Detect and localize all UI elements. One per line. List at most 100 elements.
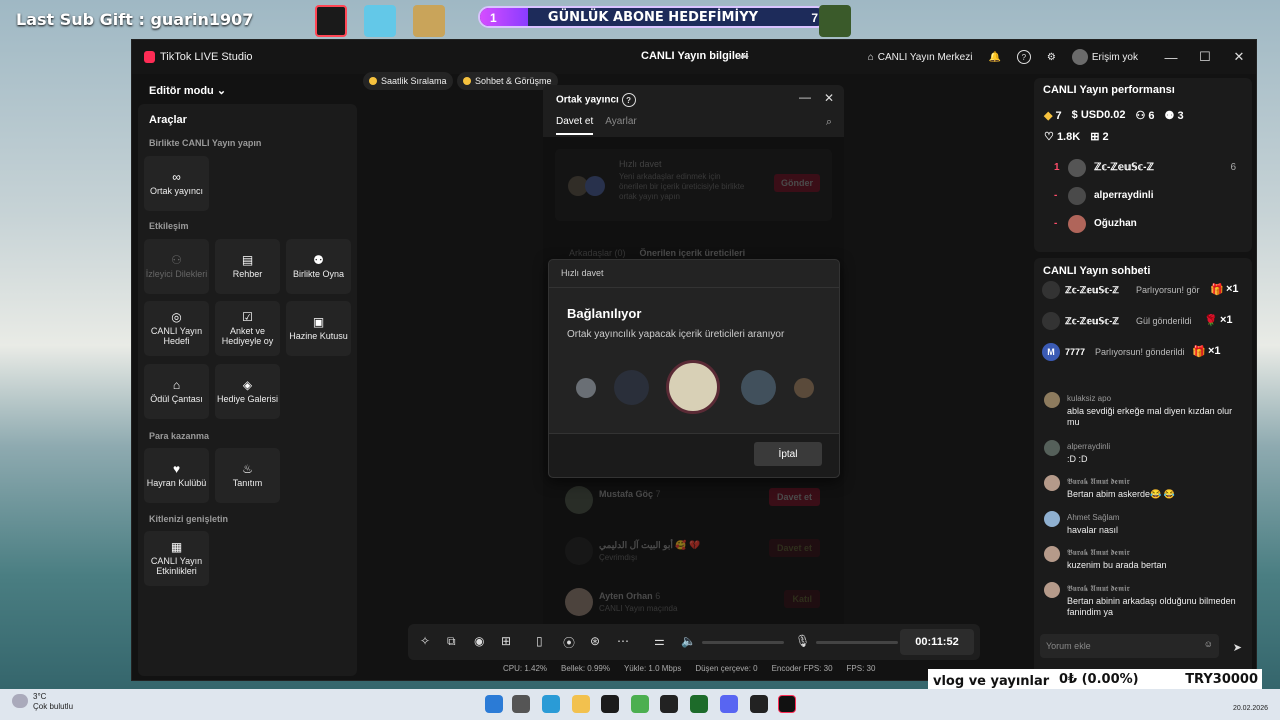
record-icon[interactable]: ⦿ — [563, 634, 575, 651]
tile-live-goal[interactable]: ◎ CANLI Yayın Hedefi — [144, 301, 209, 356]
app-icon[interactable] — [690, 695, 708, 713]
app-icon[interactable] — [750, 695, 768, 713]
comment-input[interactable]: Yorum ekle ☺ — [1040, 634, 1219, 658]
tile-gift-gallery[interactable]: ◈ Hediye Galerisi — [215, 364, 280, 419]
hourly-ranking-button[interactable]: Saatlik Sıralama — [363, 72, 453, 90]
effects-icon[interactable]: ◉ — [474, 634, 484, 648]
maximize-icon[interactable]: ☐ — [1188, 49, 1222, 65]
home-icon: ⌂ — [867, 51, 874, 63]
tile-promote[interactable]: ♨ Tanıtım — [215, 448, 280, 503]
share-icon[interactable]: ➦ — [740, 50, 749, 63]
taskbar: 3°C Çok bulutlu 20.02.2026 — [0, 689, 1280, 720]
coin-icon: $ — [1071, 109, 1078, 121]
divider — [549, 287, 839, 288]
people-icon: ⚇ — [1135, 110, 1146, 122]
minimize-icon[interactable]: — — [1154, 50, 1188, 65]
tiktok-icon[interactable] — [778, 695, 796, 713]
chat-user[interactable]: 𝕭𝖚𝖗𝖆𝖐 𝖀𝖒𝖚𝖙 𝖉𝖊𝖒𝖎𝖗 — [1067, 548, 1130, 558]
send-icon[interactable]: ➤ — [1233, 641, 1242, 654]
minimize-icon[interactable]: — — [799, 90, 811, 104]
more-icon[interactable]: ⋯ — [617, 634, 629, 648]
chat-user[interactable]: kulaksiz apo — [1067, 394, 1111, 403]
volume-slider[interactable] — [702, 641, 784, 644]
emoji-icon[interactable]: ☺ — [1204, 639, 1213, 649]
info-icon[interactable]: ? — [621, 93, 636, 107]
chrome-icon[interactable] — [631, 695, 649, 713]
rank-number: 1 — [1054, 162, 1060, 173]
magic-icon[interactable]: ✧ — [420, 634, 430, 648]
mixer-icon[interactable]: ⚌ — [654, 634, 665, 648]
bell-icon[interactable]: 🔔 — [988, 52, 1000, 63]
ranking-row[interactable]: - alperraydinli — [1044, 186, 1242, 206]
chat-text: Bertan abinin arkadaşı olduğunu bilmeden… — [1067, 596, 1236, 617]
chat-meet-button[interactable]: Sohbet & Görüşme — [457, 72, 558, 90]
gift-message: ℤ𝕔-ℤ𝕖𝕦𝕊𝕔-ℤ Parlıyorsun! gör 🎁 ×1 — [1042, 280, 1248, 300]
chat-text: abla sevdiği erkeğe mal diyen kızdan olu… — [1067, 406, 1233, 427]
avatar — [1044, 511, 1060, 527]
discord-icon[interactable] — [720, 695, 738, 713]
live-info-title[interactable]: CANLI Yayın bilgileri — [641, 50, 748, 62]
ranking-row[interactable]: - Oğuzhan — [1044, 214, 1242, 234]
camera-switch-icon[interactable]: ⊛ — [590, 634, 600, 648]
ranking-row[interactable]: 1 ℤ𝕔-ℤ𝕖𝕦𝕊𝕔-ℤ 6 — [1044, 158, 1242, 178]
chat-meet-label: Sohbet & Görüşme — [475, 76, 552, 86]
search-icon[interactable]: ⌕ — [826, 116, 832, 129]
tile-cohost[interactable]: ∞ Ortak yayıncı — [144, 156, 209, 211]
account-button[interactable]: Erişim yok — [1071, 49, 1138, 65]
chat-text: Bertan abim askerde😂 😂 — [1067, 489, 1175, 499]
tile-viewer-requests[interactable]: ⚇ İzleyici Dilekleri — [144, 239, 209, 294]
tab-settings[interactable]: Ayarlar — [605, 116, 637, 135]
tile-play-together[interactable]: ⚉ Birlikte Oyna — [286, 239, 351, 294]
tile-fan-club[interactable]: ♥ Hayran Kulübü — [144, 448, 209, 503]
tile-treasure[interactable]: ▣ Hazine Kutusu — [286, 301, 351, 356]
tile-poll[interactable]: ☑ Anket ve Hediyeyle oy — [215, 301, 280, 356]
edge-icon[interactable] — [542, 695, 560, 713]
add-scene-icon[interactable]: ⊞ — [501, 634, 511, 648]
cpu-stat: CPU: 1.42% — [503, 664, 548, 673]
cohost-tabs: Davet et Ayarlar — [556, 116, 637, 135]
mic-slider[interactable] — [816, 641, 898, 644]
editor-mode-dropdown[interactable]: Editör modu ⌄ — [149, 84, 226, 97]
rank-name: Oğuzhan — [1094, 218, 1137, 229]
tile-live-events[interactable]: ▦ CANLI Yayın Etkinlikleri — [144, 531, 209, 586]
add-user-icon: ⚉ — [1164, 110, 1175, 122]
tile-label: Anket ve Hediyeyle oy — [221, 326, 274, 346]
avatar — [1044, 546, 1060, 562]
start-icon[interactable] — [485, 695, 503, 713]
file-explorer-icon[interactable] — [572, 695, 590, 713]
live-center-button[interactable]: ⌂ CANLI Yayın Merkezi — [868, 52, 973, 63]
dialog-subtitle: Ortak yayıncılık yapacak içerik üreticil… — [567, 329, 785, 340]
diamond-icon: ◆ — [1044, 110, 1053, 122]
task-view-icon[interactable] — [512, 695, 530, 713]
close-icon[interactable]: ✕ — [824, 91, 834, 105]
gta-icon — [819, 5, 851, 37]
hourly-ranking-label: Saatlik Sıralama — [381, 76, 447, 86]
app-icon[interactable] — [660, 695, 678, 713]
diamond-stat: ◆ 7 — [1044, 109, 1062, 122]
chat-user[interactable]: alperraydinli — [1067, 442, 1110, 451]
chat-user[interactable]: 𝕭𝖚𝖗𝖆𝖐 𝖀𝖒𝖚𝖙 𝖉𝖊𝖒𝖎𝖗 — [1067, 584, 1130, 594]
cancel-button[interactable]: İptal — [754, 442, 822, 466]
tile-reward-bag[interactable]: ⌂ Ödül Çantası — [144, 364, 209, 419]
tile-guide[interactable]: ▤ Rehber — [215, 239, 280, 294]
gift-sender: 7777 — [1065, 347, 1086, 357]
chat-user[interactable]: 𝕭𝖚𝖗𝖆𝖐 𝖀𝖒𝖚𝖙 𝖉𝖊𝖒𝖎𝖗 — [1067, 477, 1130, 487]
league-icon — [413, 5, 445, 37]
gift-text: Parlıyorsun! gör — [1136, 285, 1200, 295]
volume-icon[interactable]: 🔈 — [681, 634, 696, 648]
app-icon[interactable] — [601, 695, 619, 713]
phone-icon[interactable]: ▯ — [536, 634, 543, 648]
layout-icon[interactable]: ⧉ — [447, 634, 456, 649]
tab-invite[interactable]: Davet et — [556, 116, 594, 135]
help-icon[interactable]: ? — [1016, 50, 1031, 64]
rank-name: alperraydinli — [1094, 190, 1154, 201]
weather-widget[interactable]: 3°C Çok bulutlu — [12, 692, 73, 712]
gear-icon[interactable]: ⚙ — [1047, 52, 1056, 63]
heart-icon: ♥ — [172, 462, 181, 476]
microphone-icon[interactable]: 🎙 — [795, 634, 810, 648]
gift-icon: ⊞ — [1090, 131, 1100, 143]
gifts-value: 2 — [1102, 131, 1109, 143]
tile-label: CANLI Yayın Hedefi — [150, 326, 203, 346]
chat-user[interactable]: Ahmet Sağlam — [1067, 513, 1119, 522]
close-icon[interactable]: ✕ — [1222, 49, 1256, 65]
